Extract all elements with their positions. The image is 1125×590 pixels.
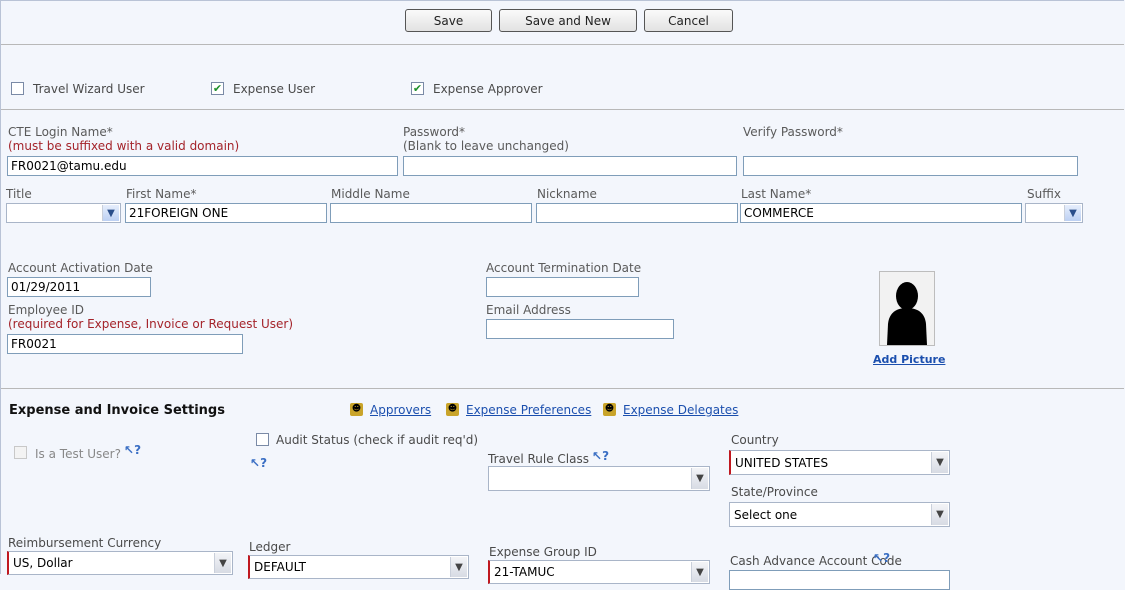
cash-advance-input[interactable] — [729, 570, 950, 590]
password-hint: (Blank to leave unchanged) — [403, 139, 569, 153]
ledger-select[interactable]: DEFAULT ▼ — [248, 555, 469, 579]
expense-approver-label: Expense Approver — [433, 82, 543, 96]
expense-user-checkbox[interactable]: ✔ — [211, 82, 224, 95]
travel-rule-select[interactable]: ▼ — [488, 466, 710, 491]
person-silhouette-icon — [887, 282, 927, 345]
audit-status-checkbox[interactable] — [256, 433, 269, 446]
nickname-input[interactable] — [536, 203, 738, 223]
state-label: State/Province — [731, 485, 818, 499]
email-label: Email Address — [486, 303, 571, 317]
help-cursor-icon[interactable]: ↖? — [873, 551, 890, 565]
expense-group-value: 21-TAMUC — [494, 565, 555, 579]
ledger-value: DEFAULT — [254, 560, 306, 574]
audit-status-label: Audit Status (check if audit req'd) — [276, 433, 479, 447]
expense-approver-checkbox[interactable]: ✔ — [411, 82, 424, 95]
add-picture-link[interactable]: Add Picture — [873, 353, 945, 366]
cancel-button[interactable]: Cancel — [644, 9, 733, 32]
chevron-down-icon[interactable]: ▼ — [102, 205, 119, 221]
reimbursement-currency-value: US, Dollar — [13, 556, 73, 570]
state-select[interactable]: Select one ▼ — [729, 502, 950, 527]
travel-wizard-label: Travel Wizard User — [33, 82, 145, 96]
activation-date-input[interactable]: 01/29/2011 — [7, 277, 151, 297]
save-and-new-button[interactable]: Save and New — [499, 9, 637, 32]
travel-wizard-checkbox[interactable] — [11, 82, 24, 95]
chevron-down-icon[interactable]: ▼ — [1064, 205, 1081, 221]
login-name-input[interactable]: FR0021@tamu.edu — [7, 156, 398, 176]
employee-id-label: Employee ID — [8, 303, 85, 317]
password-label: Password* — [403, 125, 466, 139]
travel-rule-label: Travel Rule Class — [488, 452, 589, 466]
chevron-down-icon[interactable]: ▼ — [450, 557, 467, 577]
employee-id-hint: (required for Expense, Invoice or Reques… — [8, 317, 294, 331]
help-cursor-icon[interactable]: ↖? — [124, 443, 141, 457]
approvers-link[interactable]: Approvers — [370, 403, 431, 417]
termination-date-label: Account Termination Date — [486, 261, 642, 275]
test-user-label: Is a Test User? — [35, 447, 121, 461]
reimbursement-currency-label: Reimbursement Currency — [8, 536, 162, 550]
nickname-label: Nickname — [537, 187, 597, 201]
test-user-checkbox[interactable] — [14, 446, 27, 459]
middle-name-input[interactable] — [330, 203, 532, 223]
password-input[interactable] — [403, 156, 737, 176]
country-value: UNITED STATES — [735, 456, 829, 470]
divider — [1, 388, 1124, 389]
title-label: Title — [6, 187, 32, 201]
verify-password-input[interactable] — [743, 156, 1078, 176]
chevron-down-icon[interactable]: ▼ — [931, 452, 948, 473]
middle-name-label: Middle Name — [331, 187, 410, 201]
login-name-label: CTE Login Name* — [8, 125, 113, 139]
country-select[interactable]: UNITED STATES ▼ — [729, 450, 950, 475]
chevron-down-icon[interactable]: ▼ — [691, 562, 708, 582]
first-name-input[interactable]: 21FOREIGN ONE — [125, 203, 327, 223]
suffix-label: Suffix — [1027, 187, 1061, 201]
suffix-select[interactable]: ▼ — [1025, 203, 1083, 223]
chevron-down-icon[interactable]: ▼ — [691, 468, 708, 489]
help-cursor-icon[interactable]: ↖? — [592, 449, 609, 463]
login-name-hint: (must be suffixed with a valid domain) — [8, 139, 240, 153]
country-label: Country — [731, 433, 779, 447]
expense-user-label: Expense User — [233, 82, 316, 96]
divider — [1, 44, 1124, 45]
reimbursement-currency-select[interactable]: US, Dollar ▼ — [7, 551, 233, 575]
expense-preferences-link[interactable]: Expense Preferences — [466, 403, 591, 417]
last-name-label: Last Name* — [741, 187, 812, 201]
verify-password-label: Verify Password* — [743, 125, 843, 139]
save-button[interactable]: Save — [405, 9, 492, 32]
expense-group-select[interactable]: 21-TAMUC ▼ — [488, 560, 710, 584]
chevron-down-icon[interactable]: ▼ — [931, 504, 948, 525]
profile-picture[interactable] — [879, 271, 935, 346]
title-select[interactable]: ▼ — [6, 203, 121, 223]
people-link-icon: ☻ — [446, 403, 459, 416]
expense-delegates-link[interactable]: Expense Delegates — [623, 403, 738, 417]
check-icon: ✔ — [412, 82, 423, 95]
last-name-input[interactable]: COMMERCE — [740, 203, 1022, 223]
people-link-icon: ☻ — [350, 403, 363, 416]
ledger-label: Ledger — [249, 540, 291, 554]
people-link-icon: ☻ — [603, 403, 616, 416]
termination-date-input[interactable] — [486, 277, 639, 297]
state-value: Select one — [734, 508, 798, 522]
activation-date-label: Account Activation Date — [8, 261, 153, 275]
first-name-label: First Name* — [126, 187, 197, 201]
employee-id-input[interactable]: FR0021 — [7, 334, 243, 354]
section-heading: Expense and Invoice Settings — [9, 403, 225, 418]
divider — [1, 109, 1124, 110]
check-icon: ✔ — [212, 82, 223, 95]
chevron-down-icon[interactable]: ▼ — [214, 553, 231, 573]
help-cursor-icon[interactable]: ↖? — [250, 456, 267, 470]
email-input[interactable] — [486, 319, 674, 339]
expense-group-label: Expense Group ID — [489, 545, 597, 559]
